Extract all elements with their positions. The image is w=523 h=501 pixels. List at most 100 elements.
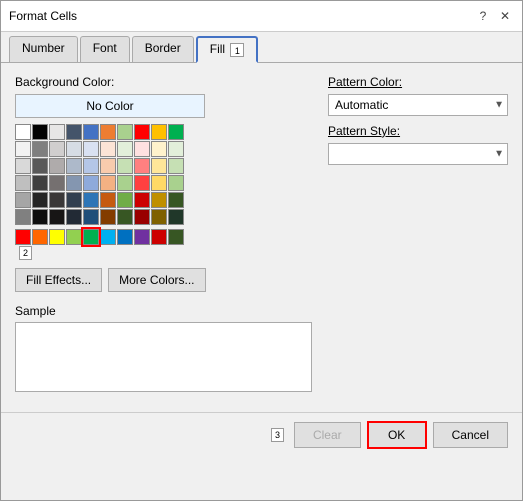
color-row-0 [15,124,312,140]
color-cell-0-4[interactable] [83,124,99,140]
color-cell-2-3[interactable] [66,158,82,174]
clear-button[interactable]: Clear [294,422,361,448]
color-row-5 [15,209,312,225]
color-cell-4-5[interactable] [100,192,116,208]
accent-cell-4[interactable] [83,229,99,245]
sample-label: Sample [15,304,312,318]
color-cell-2-6[interactable] [117,158,133,174]
pattern-style-select[interactable] [328,143,508,165]
color-cell-2-8[interactable] [151,158,167,174]
accent-cell-7[interactable] [134,229,150,245]
color-cell-3-7[interactable] [134,175,150,191]
fill-effects-button[interactable]: Fill Effects... [15,268,102,292]
color-cell-0-3[interactable] [66,124,82,140]
color-cell-4-8[interactable] [151,192,167,208]
cancel-button[interactable]: Cancel [433,422,508,448]
color-cell-1-5[interactable] [100,141,116,157]
fill-tab-badge: 1 [230,43,244,57]
color-cell-5-5[interactable] [100,209,116,225]
tab-font[interactable]: Font [80,36,130,62]
color-cell-3-8[interactable] [151,175,167,191]
right-panel: Pattern Color: Automatic ▼ Pattern Style… [328,75,508,392]
color-cell-4-3[interactable] [66,192,82,208]
color-cell-1-2[interactable] [49,141,65,157]
title-controls: ? ✕ [474,7,514,25]
more-colors-button[interactable]: More Colors... [108,268,205,292]
dialog-title: Format Cells [9,9,77,23]
color-cell-4-4[interactable] [83,192,99,208]
color-cell-1-0[interactable] [15,141,31,157]
color-cell-2-5[interactable] [100,158,116,174]
accent-cell-1[interactable] [32,229,48,245]
color-cell-3-3[interactable] [66,175,82,191]
color-cell-5-8[interactable] [151,209,167,225]
color-cell-2-1[interactable] [32,158,48,174]
tab-bar: Number Font Border Fill 1 [1,32,522,63]
accent-cell-9[interactable] [168,229,184,245]
color-cell-2-0[interactable] [15,158,31,174]
color-row-1 [15,141,312,157]
color-cell-3-1[interactable] [32,175,48,191]
pattern-style-label: Pattern Style: [328,124,508,138]
pattern-color-select[interactable]: Automatic [328,94,508,116]
color-cell-5-6[interactable] [117,209,133,225]
color-cell-3-5[interactable] [100,175,116,191]
dialog-content: Background Color: No Color 2 Fill Effect… [1,63,522,404]
ok-button[interactable]: OK [367,421,427,449]
color-cell-1-6[interactable] [117,141,133,157]
color-cell-5-4[interactable] [83,209,99,225]
color-cell-0-1[interactable] [32,124,48,140]
color-cell-2-4[interactable] [83,158,99,174]
color-cell-1-3[interactable] [66,141,82,157]
color-cell-0-0[interactable] [15,124,31,140]
color-cell-0-5[interactable] [100,124,116,140]
accent-cell-0[interactable] [15,229,31,245]
accent-cell-2[interactable] [49,229,65,245]
color-cell-2-7[interactable] [134,158,150,174]
tab-number[interactable]: Number [9,36,78,62]
color-cell-0-2[interactable] [49,124,65,140]
color-cell-1-4[interactable] [83,141,99,157]
color-cell-4-2[interactable] [49,192,65,208]
tab-fill[interactable]: Fill 1 [196,36,259,63]
color-row-3 [15,175,312,191]
color-cell-2-2[interactable] [49,158,65,174]
color-cell-1-1[interactable] [32,141,48,157]
color-cell-0-7[interactable] [134,124,150,140]
accent-cell-8[interactable] [151,229,167,245]
color-cell-5-0[interactable] [15,209,31,225]
color-cell-4-0[interactable] [15,192,31,208]
color-cell-2-9[interactable] [168,158,184,174]
color-grid [15,124,312,225]
color-cell-4-7[interactable] [134,192,150,208]
color-cell-5-3[interactable] [66,209,82,225]
color-cell-4-1[interactable] [32,192,48,208]
color-cell-3-9[interactable] [168,175,184,191]
color-cell-0-9[interactable] [168,124,184,140]
color-cell-3-0[interactable] [15,175,31,191]
accent-cell-6[interactable] [117,229,133,245]
color-row-4 [15,192,312,208]
badge-3: 3 [271,428,284,442]
color-cell-1-9[interactable] [168,141,184,157]
color-cell-3-6[interactable] [117,175,133,191]
color-cell-0-8[interactable] [151,124,167,140]
accent-cell-5[interactable] [100,229,116,245]
color-cell-4-6[interactable] [117,192,133,208]
color-cell-5-2[interactable] [49,209,65,225]
color-cell-3-4[interactable] [83,175,99,191]
help-button[interactable]: ? [474,7,492,25]
color-cell-5-9[interactable] [168,209,184,225]
color-cell-1-8[interactable] [151,141,167,157]
no-color-button[interactable]: No Color [15,94,205,118]
tab-border[interactable]: Border [132,36,194,62]
color-cell-5-1[interactable] [32,209,48,225]
color-cell-3-2[interactable] [49,175,65,191]
accent-color-row [15,229,312,245]
color-cell-0-6[interactable] [117,124,133,140]
color-cell-5-7[interactable] [134,209,150,225]
close-button[interactable]: ✕ [496,7,514,25]
color-cell-4-9[interactable] [168,192,184,208]
color-cell-1-7[interactable] [134,141,150,157]
accent-cell-3[interactable] [66,229,82,245]
